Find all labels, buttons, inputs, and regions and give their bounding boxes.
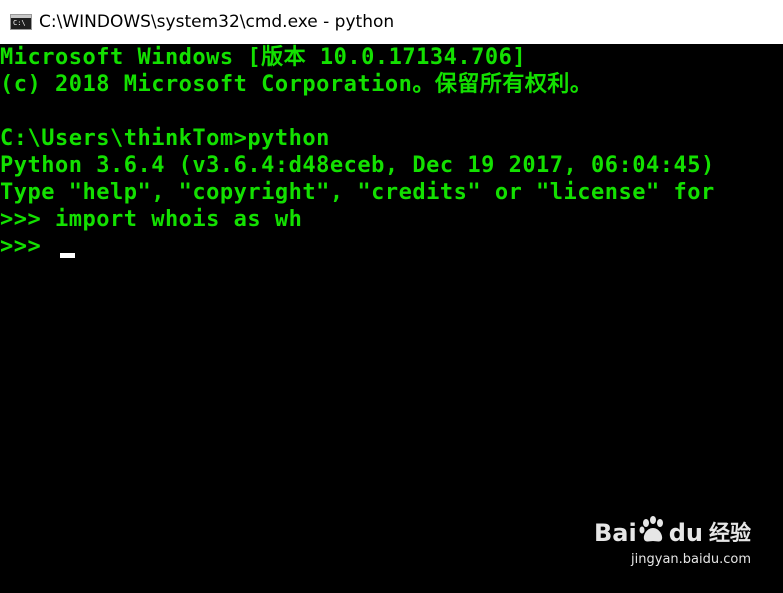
watermark-logo: Bai du 经验 [594,516,751,547]
watermark-du-text: du [668,519,703,547]
console-line-command: C:\Users\thinkTom>python [0,126,330,151]
console-line-help-hint: Type "help", "copyright", "credits" or "… [0,180,715,205]
watermark-url: jingyan.baidu.com [631,552,751,567]
title-bar[interactable]: C:\ C:\WINDOWS\system32\cmd.exe - python [0,0,783,44]
text-cursor [60,253,75,258]
console-line-copyright: (c) 2018 Microsoft Corporation。保留所有权利。 [0,72,593,97]
console-area[interactable]: Microsoft Windows [版本 10.0.17134.706] (c… [0,44,783,593]
cmd-console-icon: C:\ [10,14,32,30]
cmd-window: C:\ C:\WINDOWS\system32\cmd.exe - python… [0,0,783,593]
watermark-bai-text: Bai [594,519,637,547]
console-line-python-version: Python 3.6.4 (v3.6.4:d48eceb, Dec 19 201… [0,153,715,178]
watermark-jingyan-text: 经验 [709,521,751,545]
console-icon-label: C:\ [13,19,26,27]
console-line-prompt[interactable]: >>> [0,233,55,260]
console-line-version: Microsoft Windows [版本 10.0.17134.706] [0,45,527,70]
window-title: C:\WINDOWS\system32\cmd.exe - python [39,12,395,32]
console-line-import: >>> import whois as wh [0,207,303,232]
baidu-jingyan-watermark: Bai du 经验 jingyan.baidu.com [594,516,751,575]
baidu-paw-icon [639,516,663,542]
